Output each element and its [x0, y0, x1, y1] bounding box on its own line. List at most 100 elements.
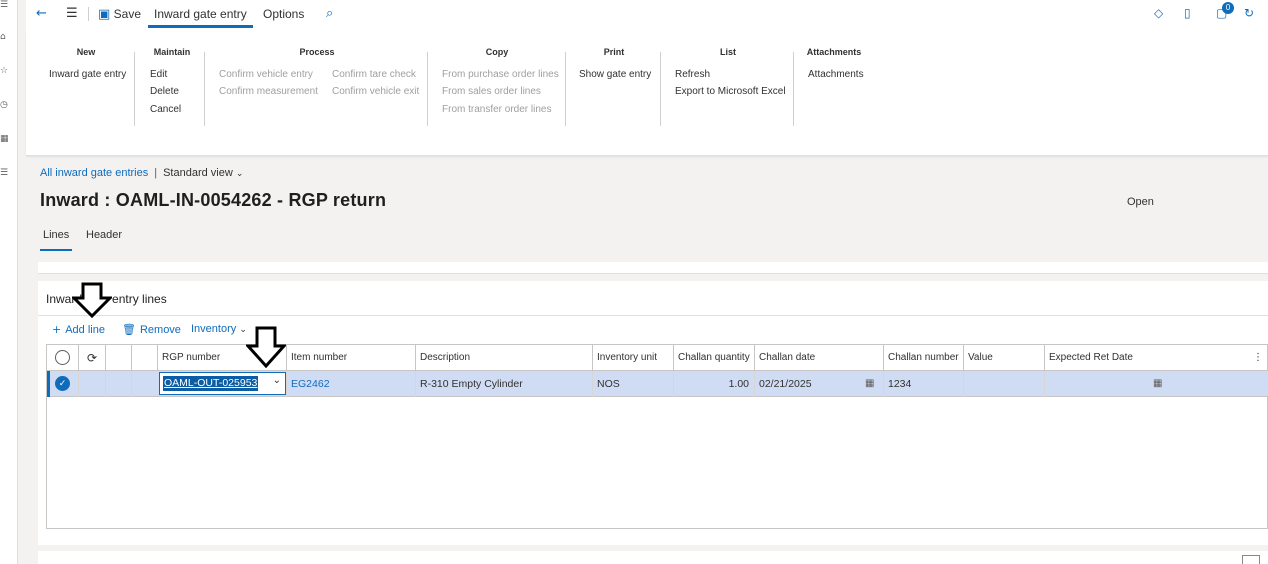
group-title: Copy	[485, 47, 509, 57]
search-icon[interactable]: ⌕	[326, 0, 333, 28]
lines-grid: ⟳ RGP number Item number Description Inv…	[46, 344, 1268, 529]
show-gate-entry-button[interactable]: Show gate entry	[579, 69, 651, 80]
item-number-link[interactable]: EG2462	[291, 378, 330, 390]
confirm-vehicle-entry-button[interactable]: Confirm vehicle entry	[219, 69, 313, 80]
column-header-challan-quantity[interactable]: Challan quantity	[673, 345, 754, 371]
row-select-checkbox[interactable]: ✓	[55, 376, 70, 391]
recent-icon[interactable]: ◷	[0, 100, 10, 110]
expected-ret-date-cell[interactable]: ▦	[1044, 371, 1174, 397]
row-selection-marker	[47, 371, 50, 397]
notifications-icon[interactable]: ▢ 0	[1216, 2, 1234, 20]
remove-button[interactable]: 🗑 Remove	[122, 323, 181, 336]
challan-quantity-cell[interactable]: 1.00	[673, 371, 754, 397]
description-cell[interactable]: R-310 Empty Cylinder	[415, 371, 592, 397]
annotation-down-arrow-icon	[246, 326, 286, 368]
action-pane-ribbon: New Inward gate entry Maintain Edit Dele…	[26, 30, 1268, 156]
confirm-tare-check-button[interactable]: Confirm tare check	[332, 69, 416, 80]
expand-collapse-icon[interactable]	[1242, 555, 1260, 564]
breadcrumb-separator: |	[154, 167, 158, 179]
divider	[134, 52, 135, 126]
refresh-button[interactable]: Refresh	[675, 69, 710, 80]
ribbon-group-maintain: Maintain Edit Delete Cancel	[140, 42, 204, 126]
challan-date-value: 02/21/2025	[759, 378, 812, 390]
trash-icon: 🗑	[122, 323, 136, 336]
chevron-down-icon[interactable]: ⌄	[273, 375, 281, 386]
calendar-icon[interactable]: ▦	[1153, 371, 1162, 397]
column-header-value[interactable]: Value	[963, 345, 1044, 371]
column-header-item-number[interactable]: Item number	[286, 345, 415, 371]
inventory-unit-cell[interactable]: NOS	[592, 371, 673, 397]
row-cell	[78, 371, 105, 397]
refresh-icon[interactable]: ↻	[1244, 6, 1254, 20]
office-icon[interactable]: ▯	[1184, 6, 1191, 20]
tab-inward-gate-entry[interactable]: Inward gate entry	[148, 0, 253, 28]
divider	[427, 52, 428, 126]
calendar-icon[interactable]: ▦	[865, 371, 874, 397]
view-selector[interactable]: Standard view ⌄	[163, 167, 243, 179]
panel-divider	[38, 315, 1268, 316]
challan-number-cell[interactable]: 1234	[883, 371, 963, 397]
workspaces-icon[interactable]: ▦	[0, 134, 10, 144]
group-title: Attachments	[806, 47, 862, 57]
rgp-number-input[interactable]: OAML-OUT-025953 ⌄	[159, 372, 286, 395]
cancel-button[interactable]: Cancel	[150, 104, 181, 115]
value-cell[interactable]	[963, 371, 1044, 397]
nav-menu-icon[interactable]: ☰	[0, 0, 10, 10]
divider	[565, 52, 566, 126]
inventory-menu-button[interactable]: Inventory ⌄	[191, 323, 247, 335]
save-button[interactable]: ▣ Save	[98, 0, 141, 28]
more-options-icon[interactable]: ⋮	[1249, 345, 1268, 371]
blank-header	[131, 345, 157, 371]
from-transfer-order-lines-button[interactable]: From transfer order lines	[442, 104, 551, 115]
select-all-checkbox[interactable]	[55, 350, 70, 365]
ribbon-group-new: New Inward gate entry	[44, 42, 128, 126]
notification-badge: 0	[1222, 2, 1234, 14]
divider	[660, 52, 661, 126]
attachments-button[interactable]: Attachments	[808, 69, 864, 80]
column-header-inventory-unit[interactable]: Inventory unit	[592, 345, 673, 371]
grid-header: ⟳ RGP number Item number Description Inv…	[47, 345, 1268, 371]
column-header-challan-date[interactable]: Challan date	[754, 345, 883, 371]
left-nav-rail: ☰ ⌂ ☆ ◷ ▦ ☰	[0, 0, 18, 564]
action-pane-tabs: ← ☰ ▣ Save Inward gate entry Options ⌕ ◇…	[26, 0, 1268, 30]
ribbon-group-copy: Copy From purchase order lines From sale…	[432, 42, 562, 126]
chevron-down-icon: ⌄	[235, 169, 244, 179]
column-header-description[interactable]: Description	[415, 345, 592, 371]
column-header-expected-ret-date[interactable]: Expected Ret Date	[1044, 345, 1249, 371]
delete-button[interactable]: Delete	[150, 86, 179, 97]
tab-options[interactable]: Options	[263, 0, 304, 28]
new-inward-gate-entry-button[interactable]: Inward gate entry	[49, 69, 126, 80]
home-icon[interactable]: ⌂	[0, 32, 10, 42]
page-title: Inward : OAML-IN-0054262 - RGP return	[40, 190, 387, 210]
group-title: Print	[603, 47, 625, 57]
refresh-icon[interactable]: ⟳	[78, 345, 105, 371]
panel-divider-strip	[38, 262, 1268, 274]
diamond-icon[interactable]: ◇	[1154, 6, 1163, 20]
group-title: List	[719, 47, 736, 57]
hamburger-icon[interactable]: ☰	[66, 0, 78, 28]
blank-header	[105, 345, 131, 371]
lines-fasttab: Inward gate entry lines +Add line 🗑Remov…	[38, 281, 1268, 545]
row-cell	[131, 371, 157, 397]
tab-header[interactable]: Header	[86, 229, 122, 251]
item-number-cell[interactable]: EG2462	[286, 371, 415, 397]
divider	[793, 52, 794, 126]
export-to-excel-button[interactable]: Export to Microsoft Excel	[675, 86, 786, 97]
tab-lines[interactable]: Lines	[40, 229, 73, 251]
favorites-icon[interactable]: ☆	[0, 66, 10, 76]
from-sales-order-lines-button[interactable]: From sales order lines	[442, 86, 541, 97]
challan-date-cell[interactable]: 02/21/2025 ▦	[754, 371, 883, 397]
modules-icon[interactable]: ☰	[0, 168, 10, 178]
column-header-challan-number[interactable]: Challan number	[883, 345, 963, 371]
next-fasttab	[38, 551, 1268, 564]
add-line-label: Add line	[65, 324, 105, 336]
confirm-measurement-button[interactable]: Confirm measurement	[219, 86, 318, 97]
breadcrumb-link[interactable]: All inward gate entries	[40, 167, 148, 179]
inventory-label: Inventory	[191, 323, 237, 335]
add-line-button[interactable]: + Add line	[52, 323, 105, 336]
confirm-vehicle-exit-button[interactable]: Confirm vehicle exit	[332, 86, 419, 97]
table-row[interactable]: ✓ OAML-OUT-025953 ⌄ EG2462 R-310 Empty C…	[47, 371, 1268, 397]
from-purchase-order-lines-button[interactable]: From purchase order lines	[442, 69, 559, 80]
edit-button[interactable]: Edit	[150, 69, 167, 80]
arrow-left-icon[interactable]: ←	[36, 0, 47, 28]
